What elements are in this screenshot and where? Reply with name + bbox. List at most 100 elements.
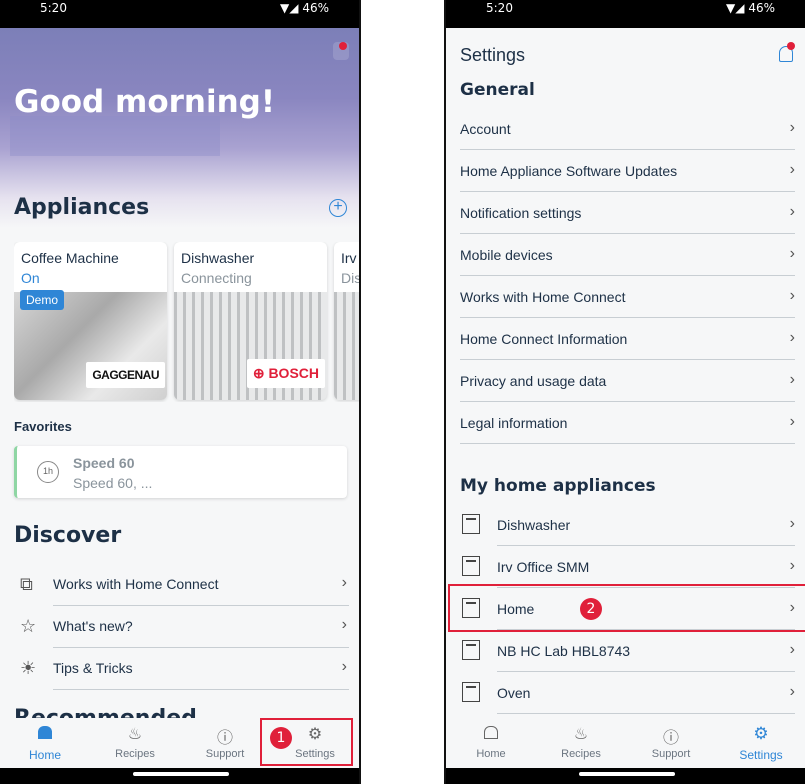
timer-icon: 1h <box>37 461 59 483</box>
divider <box>497 713 795 714</box>
chef-hat-icon: ♨ <box>573 724 589 743</box>
appliance-item-oven[interactable]: Oven › <box>460 672 795 714</box>
tab-support[interactable]: ⓘ Support <box>180 718 270 768</box>
home-indicator <box>579 772 675 776</box>
tab-home[interactable]: Home <box>446 718 536 768</box>
tab-settings[interactable]: ⚙ Settings <box>716 718 805 768</box>
puzzle-icon: ⧉ <box>20 574 33 595</box>
favorites-title: Favorites <box>14 419 72 434</box>
status-bar: 5:20 ▼◢ 46% <box>0 0 359 28</box>
chevron-right-icon: › <box>341 616 347 633</box>
settings-screen: 5:20 ▼◢ 46% Settings General Account › H… <box>444 0 805 784</box>
tab-recipes[interactable]: ♨ Recipes <box>90 718 180 768</box>
chevron-right-icon: › <box>789 245 795 262</box>
chevron-right-icon: › <box>789 119 795 136</box>
settings-item-label: Home Appliance Software Updates <box>460 163 678 179</box>
bottom-tab-bar: Home ♨ Recipes ⓘ Support ⚙ Settings <box>446 718 805 768</box>
wifi-icon: ▼ <box>280 1 290 15</box>
discover-item-works-with-home-connect[interactable]: ⧉ Works with Home Connect › <box>14 564 349 606</box>
appliance-state: Dis <box>341 270 361 286</box>
settings-item-privacy[interactable]: Privacy and usage data › <box>460 360 795 402</box>
battery-level: 46% <box>302 1 329 15</box>
tab-home[interactable]: Home <box>0 718 90 768</box>
appliance-item-nb-hc-lab[interactable]: NB HC Lab HBL8743 › <box>460 630 795 672</box>
status-icons: ▼◢ 46% <box>280 1 329 15</box>
dishwasher-icon <box>462 556 480 576</box>
tab-label: Support <box>651 748 691 760</box>
tab-recipes[interactable]: ♨ Recipes <box>536 718 626 768</box>
favorite-title: Speed 60 <box>73 455 135 471</box>
gear-icon: ⚙ <box>753 724 769 744</box>
signal-icon: ◢ <box>735 1 745 15</box>
nav-bar <box>446 768 805 784</box>
settings-item-account[interactable]: Account › <box>460 108 795 150</box>
discover-item-label: What's new? <box>53 618 133 634</box>
appliance-name: Dishwasher <box>181 250 255 266</box>
chevron-right-icon: › <box>789 203 795 220</box>
chevron-right-icon: › <box>789 413 795 430</box>
tab-label: Settings <box>739 748 783 762</box>
settings-item-works-with-home-connect[interactable]: Works with Home Connect › <box>460 276 795 318</box>
settings-item-label: Legal information <box>460 415 568 431</box>
discover-title: Discover <box>14 523 122 548</box>
tab-label: Support <box>205 748 245 760</box>
notification-dot <box>787 42 795 50</box>
appliance-state: On <box>21 270 40 286</box>
gaggenau-logo: GAGGENAU <box>86 362 165 388</box>
nav-bar <box>0 768 359 784</box>
divider <box>53 689 349 690</box>
chevron-right-icon: › <box>789 683 795 700</box>
settings-item-home-connect-information[interactable]: Home Connect Information › <box>460 318 795 360</box>
general-section-title: General <box>460 80 535 100</box>
tab-label: Home <box>476 748 506 760</box>
appliance-item-label: Oven <box>497 685 531 701</box>
settings-item-legal-information[interactable]: Legal information › <box>460 402 795 444</box>
demo-badge: Demo <box>20 290 65 310</box>
step-marker-2: 2 <box>580 598 602 620</box>
discover-item-whats-new[interactable]: ☆ What's new? › <box>14 606 349 648</box>
oven-icon <box>462 640 480 660</box>
home-icon <box>0 724 90 743</box>
hero-decoration <box>10 116 220 156</box>
chevron-right-icon: › <box>789 515 795 532</box>
favorite-subtitle: Speed 60, ... <box>73 475 153 491</box>
settings-item-mobile-devices[interactable]: Mobile devices › <box>460 234 795 276</box>
appliance-name: Irv O <box>341 250 359 266</box>
bosch-logo: ⊕ BOSCH <box>246 359 325 388</box>
appliance-state: Connecting <box>181 270 252 286</box>
settings-item-software-updates[interactable]: Home Appliance Software Updates › <box>460 150 795 192</box>
chevron-right-icon: › <box>341 658 347 675</box>
add-appliance-plus-icon[interactable]: + <box>329 199 347 217</box>
tab-support[interactable]: ⓘ Support <box>626 718 716 768</box>
oven-icon <box>462 682 480 702</box>
settings-item-label: Account <box>460 121 511 137</box>
home-icon <box>446 724 536 743</box>
discover-item-tips-and-tricks[interactable]: ☀ Tips & Tricks › <box>14 648 349 690</box>
divider <box>460 443 795 444</box>
chevron-right-icon: › <box>789 371 795 388</box>
signal-icon: ◢ <box>289 1 299 15</box>
appliance-card-coffee-machine[interactable]: Coffee Machine On Demo GAGGENAU <box>14 242 167 400</box>
status-time: 5:20 <box>40 1 67 15</box>
appliance-cards: Coffee Machine On Demo GAGGENAU Dishwash… <box>14 242 361 402</box>
discover-item-label: Works with Home Connect <box>53 576 219 592</box>
status-time: 5:20 <box>486 1 513 15</box>
page-title: Settings <box>460 45 526 65</box>
settings-item-label: Works with Home Connect <box>460 289 626 305</box>
favorite-card[interactable]: 1h Speed 60 Speed 60, ... <box>14 446 347 498</box>
battery-level: 46% <box>748 1 775 15</box>
settings-item-notification-settings[interactable]: Notification settings › <box>460 192 795 234</box>
appliance-card-dishwasher[interactable]: Dishwasher Connecting ⊕ BOSCH <box>174 242 327 400</box>
settings-header: Settings <box>446 28 805 78</box>
home-screen: 5:20 ▼◢ 46% Good morning! Appliances + C… <box>0 0 361 784</box>
help-icon: ⓘ <box>662 728 679 747</box>
appliance-item-dishwasher[interactable]: Dishwasher › <box>460 504 795 546</box>
tab-label: Recipes <box>115 748 155 760</box>
appliance-item-label: Irv Office SMM <box>497 559 590 575</box>
status-bar: 5:20 ▼◢ 46% <box>446 0 805 28</box>
wifi-icon: ▼ <box>726 1 736 15</box>
greeting-text: Good morning! <box>14 84 276 120</box>
appliance-card-irv-office[interactable]: Irv O Dis <box>334 242 361 400</box>
settings-item-label: Privacy and usage data <box>460 373 607 389</box>
appliance-item-irv-office-smm[interactable]: Irv Office SMM › <box>460 546 795 588</box>
